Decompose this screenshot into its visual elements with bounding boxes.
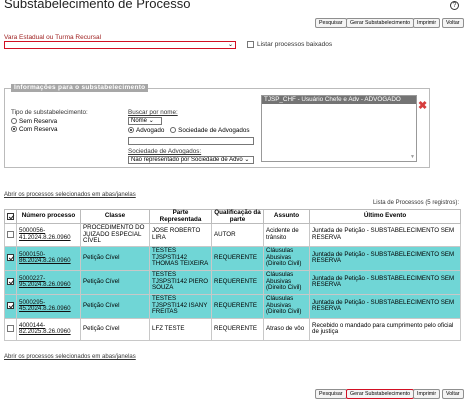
parte-cell: TESTES TJSPSTI142 ISANY FREITAS bbox=[149, 293, 212, 319]
voltar-button[interactable]: Voltar bbox=[442, 18, 464, 28]
row-checkbox-cell bbox=[4, 245, 17, 271]
scroll-down-icon[interactable]: ▼ bbox=[410, 154, 415, 160]
process-number-cell: 5000150-86.2024.8.26.0960 bbox=[16, 245, 81, 271]
substabelecimento-info-panel: Informações para o substabelecimento Tip… bbox=[4, 84, 430, 168]
tipo-busca-radios: Advogado Sociedade de Advogados bbox=[128, 127, 250, 134]
voltar-button-bottom[interactable]: Voltar bbox=[442, 389, 464, 399]
imprimir-button-bottom[interactable]: Imprimir bbox=[413, 389, 441, 399]
table-caption: Lista de Processos (5 registros): bbox=[372, 200, 459, 206]
radio-icon[interactable] bbox=[11, 118, 17, 125]
assunto-cell: Cláusulas Abusivas (Direito Civil) bbox=[263, 245, 310, 271]
evento-cell: Recebido o mandado para cumprimento pelo… bbox=[309, 317, 461, 341]
classe-cell: Petição Cível bbox=[80, 245, 150, 271]
qualificacao-cell: REQUERENTE bbox=[211, 269, 264, 295]
table-header-row: Número processo Classe Parte Representad… bbox=[4, 209, 461, 224]
sociedade-label: Sociedade de Advogados: bbox=[128, 148, 202, 155]
nome-input[interactable] bbox=[128, 137, 254, 145]
evento-cell: Juntada de Petição - SUBSTABELECIMENTO S… bbox=[309, 293, 461, 319]
column-header[interactable]: Assunto bbox=[263, 209, 310, 224]
row-checkbox-cell bbox=[4, 269, 17, 295]
buscar-nome-select[interactable]: Nome ⌄ bbox=[128, 117, 162, 125]
selected-users-listbox[interactable]: TJSP_CHF - Usuário Chefe e Adv - ADVOGAD… bbox=[261, 95, 417, 162]
row-checkbox[interactable] bbox=[7, 278, 14, 286]
process-number-link[interactable]: 5000227-95.2024.8.26.0960 bbox=[19, 275, 71, 289]
row-checkbox[interactable] bbox=[7, 325, 14, 333]
table-row[interactable]: 5000150-86.2024.8.26.0960 Petição Cível TE… bbox=[4, 245, 461, 271]
table-row[interactable]: 5000295-45.2024.8.26.0960 Petição Cível TE… bbox=[4, 293, 461, 319]
open-selected-link-bottom[interactable]: Abrir os processos selecionados em abas/… bbox=[4, 354, 136, 360]
advogado-radio[interactable] bbox=[128, 127, 134, 134]
checkbox-icon[interactable] bbox=[247, 41, 254, 48]
column-header[interactable]: Último Evento bbox=[309, 209, 461, 224]
vara-label: Vara Estadual ou Turma Recursal bbox=[4, 34, 102, 41]
pesquisar-button-bottom[interactable]: Pesquisar bbox=[315, 389, 347, 399]
row-checkbox-cell bbox=[4, 223, 17, 247]
classe-cell: PROCEDIMENTO DO JUIZADO ESPECIAL CÍVEL bbox=[80, 223, 150, 247]
process-number-link[interactable]: 5000056-41.2024.8.26.0960 bbox=[19, 227, 71, 241]
parte-cell: TESTES TJSPSTI142 PIERO SOUZA bbox=[149, 269, 212, 295]
sociedade-select[interactable]: Não representado por Sociedade de Advo ⌄ bbox=[128, 156, 254, 164]
radio-icon[interactable] bbox=[11, 126, 17, 133]
process-number-cell: 4000144-82.2025.8.26.0960 bbox=[16, 317, 81, 341]
assunto-cell: Cláusulas Abusivas (Direito Civil) bbox=[263, 269, 310, 295]
process-number-link[interactable]: 4000144-82.2025.8.26.0960 bbox=[19, 322, 71, 336]
parte-cell: LFZ TESTE bbox=[149, 317, 212, 341]
row-checkbox-cell bbox=[4, 317, 17, 341]
info-legend: Informações para o substabelecimento bbox=[11, 84, 149, 92]
process-number-cell: 5000227-95.2024.8.26.0960 bbox=[16, 269, 81, 295]
column-header[interactable]: Qualificação da parte bbox=[211, 209, 264, 224]
assunto-cell: Atraso de vôo bbox=[263, 317, 310, 341]
row-checkbox-cell bbox=[4, 293, 17, 319]
assunto-cell: Acidente de trânsito bbox=[263, 223, 310, 247]
row-checkbox[interactable] bbox=[7, 254, 14, 262]
qualificacao-cell: REQUERENTE bbox=[211, 245, 264, 271]
imprimir-button[interactable]: Imprimir bbox=[413, 18, 441, 28]
gerar-substabelecimento-button[interactable]: Gerar Substabelecimento bbox=[346, 18, 415, 28]
parte-cell: JOSE ROBERTO LIRA bbox=[149, 223, 212, 247]
process-number-cell: 5000056-41.2024.8.26.0960 bbox=[16, 223, 81, 247]
chevron-down-icon: ⌄ bbox=[148, 118, 154, 124]
open-selected-link[interactable]: Abrir os processos selecionados em abas/… bbox=[4, 192, 136, 198]
pesquisar-button[interactable]: Pesquisar bbox=[315, 18, 347, 28]
buscar-label: Buscar por nome: bbox=[128, 109, 178, 116]
evento-cell: Juntada de Petição - SUBSTABELECIMENTO S… bbox=[309, 245, 461, 271]
process-number-cell: 5000295-45.2024.8.26.0960 bbox=[16, 293, 81, 319]
checkbox-icon[interactable] bbox=[7, 212, 14, 220]
row-checkbox[interactable] bbox=[7, 302, 14, 310]
qualificacao-cell: REQUERENTE bbox=[211, 293, 264, 319]
evento-cell: Juntada de Petição - SUBSTABELECIMENTO S… bbox=[309, 269, 461, 295]
close-icon[interactable]: ✖ bbox=[418, 99, 427, 112]
gerar-substabelecimento-button-bottom[interactable]: Gerar Substabelecimento bbox=[346, 389, 415, 399]
column-header[interactable]: Parte Representada bbox=[149, 209, 212, 224]
vara-select[interactable]: ⌄ bbox=[4, 41, 236, 49]
classe-cell: Petição Cível bbox=[80, 293, 150, 319]
evento-cell: Juntada de Petição - SUBSTABELECIMENTO S… bbox=[309, 223, 461, 247]
classe-cell: Petição Cível bbox=[80, 317, 150, 341]
process-number-link[interactable]: 5000295-45.2024.8.26.0960 bbox=[19, 299, 71, 313]
sem-reserva-radio[interactable]: Sem Reserva bbox=[11, 118, 57, 125]
classe-cell: Petição Cível bbox=[80, 269, 150, 295]
chevron-down-icon: ⌄ bbox=[244, 157, 250, 163]
row-checkbox[interactable] bbox=[7, 230, 14, 238]
selected-user-option[interactable]: TJSP_CHF - Usuário Chefe e Adv - ADVOGAD… bbox=[262, 96, 416, 104]
qualificacao-cell: AUTOR bbox=[211, 223, 264, 247]
help-circle-icon[interactable]: ? bbox=[450, 1, 459, 10]
page-title: Substabelecimento de Processo bbox=[4, 0, 191, 11]
qualificacao-cell: REQUERENTE bbox=[211, 317, 264, 341]
select-all-checkbox[interactable] bbox=[4, 209, 17, 224]
table-row[interactable]: 4000144-82.2025.8.26.0960 Petição Cível LF… bbox=[4, 317, 461, 341]
process-number-link[interactable]: 5000150-86.2024.8.26.0960 bbox=[19, 251, 71, 265]
chevron-down-icon: ⌄ bbox=[227, 42, 233, 48]
process-table: Número processo Classe Parte Representad… bbox=[4, 209, 461, 341]
tipo-label: Tipo de substabelecimento: bbox=[11, 109, 88, 116]
table-row[interactable]: 5000056-41.2024.8.26.0960 PROCEDIMENTO DO… bbox=[4, 223, 461, 247]
parte-cell: TESTES TJSPSTI142 THOMAS TEIXEIRA bbox=[149, 245, 212, 271]
column-header[interactable]: Número processo bbox=[16, 209, 81, 224]
com-reserva-radio[interactable]: Com Reserva bbox=[11, 126, 58, 133]
assunto-cell: Cláusulas Abusivas (Direito Civil) bbox=[263, 293, 310, 319]
sociedade-radio[interactable] bbox=[170, 127, 177, 134]
listar-baixados-checkbox[interactable]: Listar processos baixados bbox=[247, 41, 332, 48]
column-header[interactable]: Classe bbox=[80, 209, 150, 224]
table-row[interactable]: 5000227-95.2024.8.26.0960 Petição Cível TE… bbox=[4, 269, 461, 295]
